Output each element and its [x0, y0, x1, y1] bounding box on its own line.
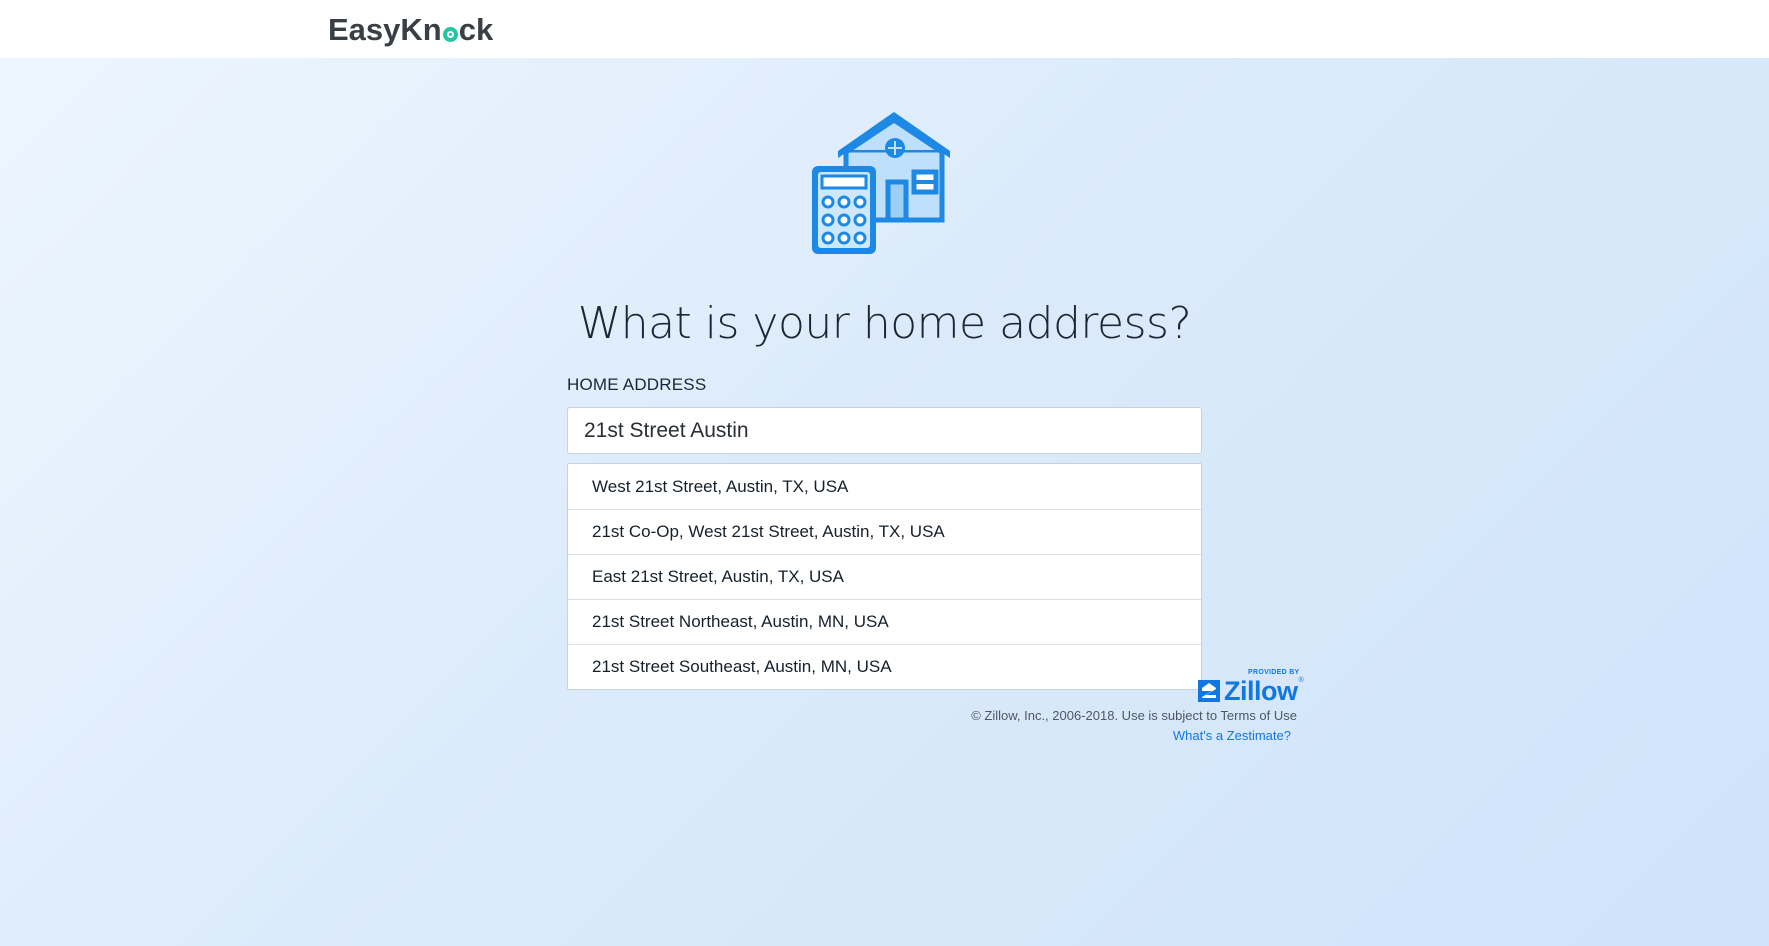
suggestion-item[interactable]: West 21st Street, Austin, TX, USA: [568, 464, 1201, 509]
top-bar: EasyKn ck: [0, 0, 1769, 58]
zillow-wordmark: Zillow: [1224, 676, 1298, 706]
zillow-copyright: © Zillow, Inc., 2006-2018. Use is subjec…: [971, 708, 1297, 723]
logo-text-start: EasyKn: [328, 12, 442, 47]
zillow-registered-mark: ®: [1298, 677, 1304, 684]
easyknock-logo[interactable]: EasyKn ck: [328, 11, 493, 49]
logo-dot-icon: [442, 26, 458, 42]
zillow-z-icon: [1198, 680, 1220, 702]
zillow-logo[interactable]: Zillow ®: [1198, 677, 1304, 705]
zestimate-link[interactable]: What's a Zestimate?: [1173, 728, 1291, 743]
suggestion-item[interactable]: 21st Street Northeast, Austin, MN, USA: [568, 599, 1201, 644]
logo-text-end: ck: [458, 12, 494, 47]
house-calculator-icon: [812, 112, 950, 254]
address-suggestions-list: West 21st Street, Austin, TX, USA 21st C…: [567, 463, 1202, 690]
suggestion-item[interactable]: 21st Co-Op, West 21st Street, Austin, TX…: [568, 509, 1201, 554]
suggestion-item[interactable]: East 21st Street, Austin, TX, USA: [568, 554, 1201, 599]
page-title: What is your home address?: [577, 298, 1192, 349]
suggestion-item[interactable]: 21st Street Southeast, Austin, MN, USA: [568, 644, 1201, 689]
home-address-input[interactable]: [567, 407, 1202, 454]
zillow-provided-by: PROVIDED BY: [1248, 669, 1300, 676]
home-address-label: HOME ADDRESS: [567, 375, 707, 394]
